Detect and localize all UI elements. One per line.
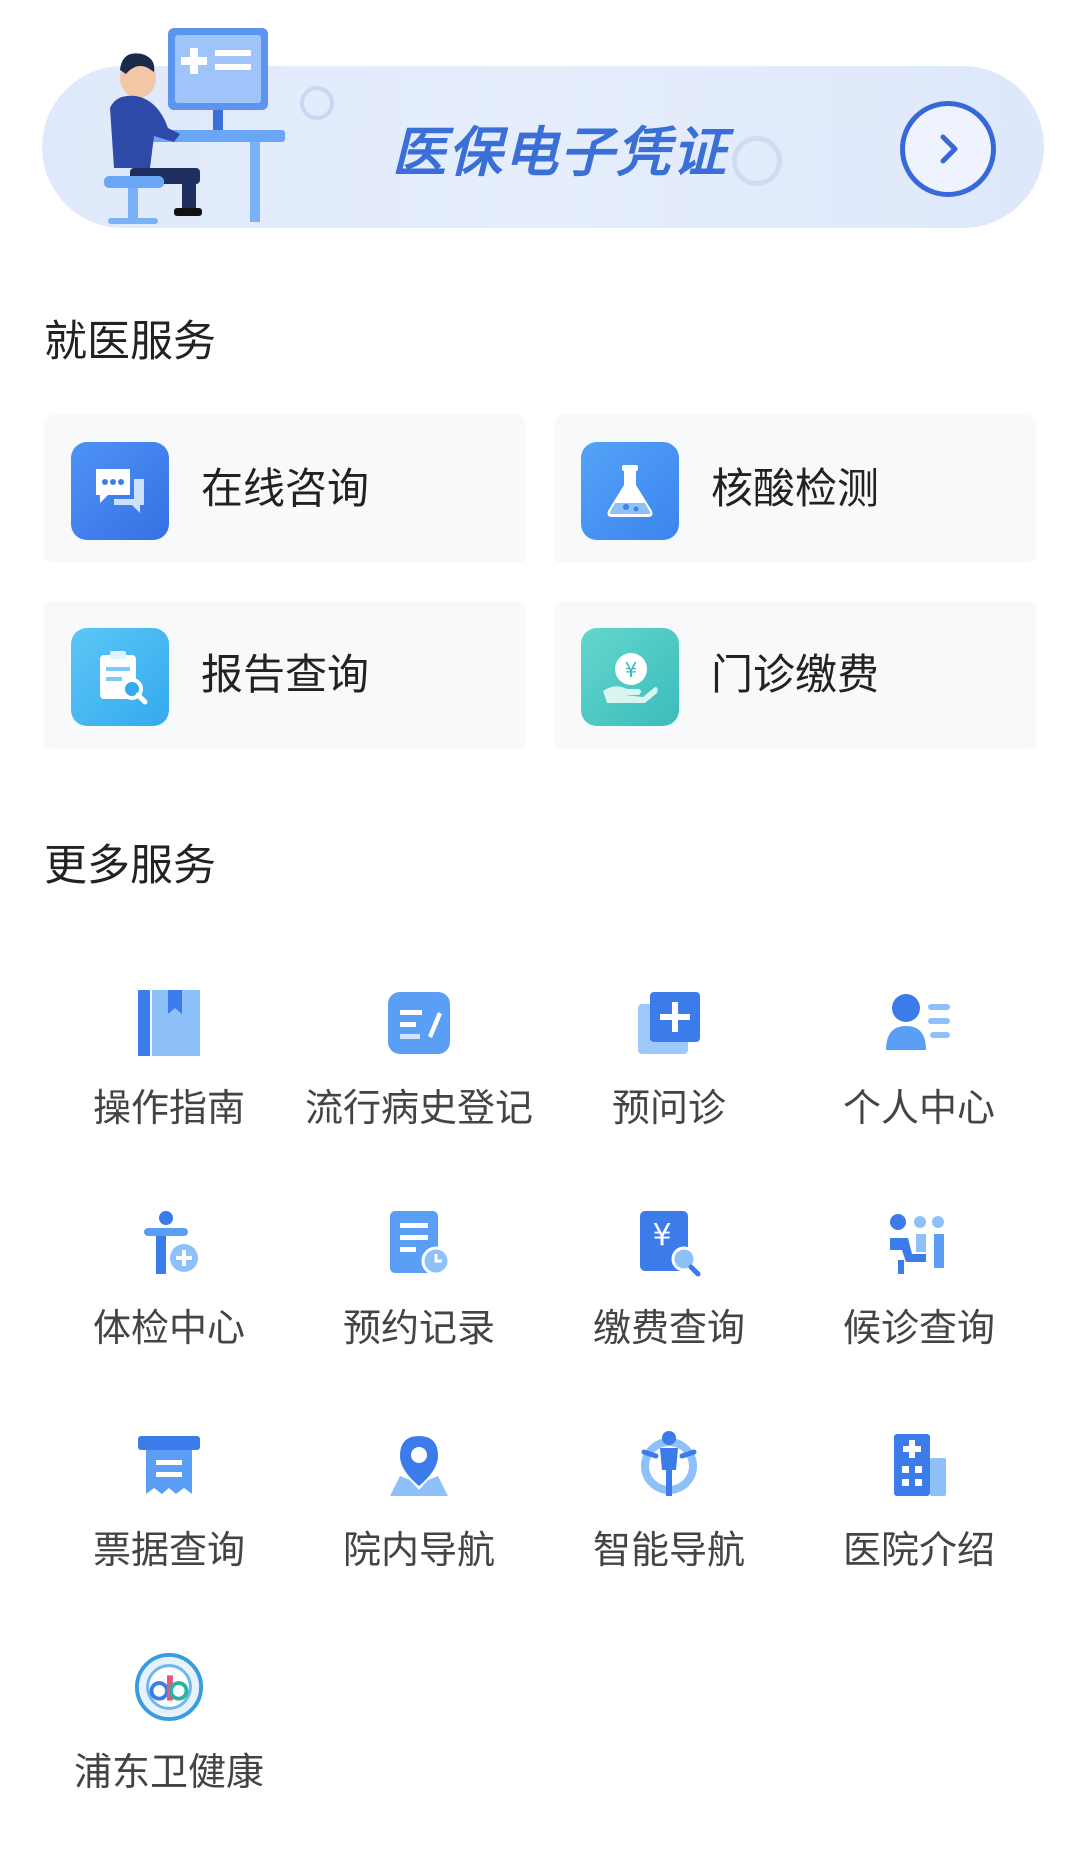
grid-item-operation-guide[interactable]: 操作指南 <box>44 988 294 1168</box>
grid-label: 智能导航 <box>592 1528 745 1572</box>
chat-icon <box>71 442 169 540</box>
grid-label: 流行病史登记 <box>304 1086 533 1130</box>
card-outpatient-payment[interactable]: ¥ 门诊缴费 <box>554 601 1036 749</box>
user-profile-icon <box>884 988 954 1058</box>
grid-label: 体检中心 <box>92 1306 245 1350</box>
grid-item-receipt-query[interactable]: 票据查询 <box>44 1430 294 1610</box>
card-label: 门诊缴费 <box>711 650 880 699</box>
card-online-consult[interactable]: 在线咨询 <box>44 415 526 563</box>
card-label: 核酸检测 <box>711 464 880 513</box>
grid-item-hospital-introduction[interactable]: 医院介绍 <box>794 1430 1044 1610</box>
grid-label: 缴费查询 <box>592 1306 745 1350</box>
grid-item-indoor-navigation[interactable]: 院内导航 <box>294 1430 544 1610</box>
grid-item-pudong-health[interactable]: 浦东卫健康 <box>44 1652 294 1832</box>
smart-navigation-icon <box>634 1430 704 1500</box>
flask-icon <box>581 442 679 540</box>
grid-item-epidemic-history[interactable]: 流行病史登记 <box>294 988 544 1168</box>
grid-item-checkup-center[interactable]: 体检中心 <box>44 1208 294 1388</box>
receipt-icon <box>134 1430 204 1500</box>
banner-decoration <box>732 136 782 186</box>
grid-label: 医院介绍 <box>842 1528 995 1572</box>
grid-item-smart-navigation[interactable]: 智能导航 <box>544 1430 794 1610</box>
map-pin-icon <box>384 1430 454 1500</box>
hospital-building-icon <box>884 1430 954 1500</box>
grid-label: 候诊查询 <box>842 1306 995 1350</box>
grid-item-waiting-query[interactable]: 候诊查询 <box>794 1208 1044 1388</box>
banner-arrow-button[interactable] <box>900 101 996 197</box>
banner-title: 医保电子凭证 <box>392 121 728 184</box>
payment-icon: ¥ <box>581 628 679 726</box>
pre-consult-icon <box>634 988 704 1058</box>
grid-label: 预约记录 <box>342 1306 495 1350</box>
payment-search-icon: ¥ <box>634 1208 704 1278</box>
grid-item-pre-consultation[interactable]: 预问诊 <box>544 988 794 1168</box>
grid-item-appointment-record[interactable]: 预约记录 <box>294 1208 544 1388</box>
section-title-medical-services: 就医服务 <box>44 317 216 367</box>
card-report-query[interactable]: 报告查询 <box>44 601 526 749</box>
grid-label: 个人中心 <box>842 1086 995 1130</box>
grid-label: 院内导航 <box>342 1528 495 1572</box>
card-nucleic-acid-test[interactable]: 核酸检测 <box>554 415 1036 563</box>
grid-item-personal-center[interactable]: 个人中心 <box>794 988 1044 1168</box>
card-label: 报告查询 <box>201 650 370 699</box>
section-title-more-services: 更多服务 <box>44 841 216 891</box>
register-form-icon <box>384 988 454 1058</box>
chevron-right-icon <box>940 134 958 164</box>
appointment-record-icon <box>384 1208 454 1278</box>
grid-label: 操作指南 <box>92 1086 245 1130</box>
pudong-health-logo-icon <box>134 1652 204 1722</box>
checkup-icon <box>134 1208 204 1278</box>
svg-text:¥: ¥ <box>652 1218 671 1253</box>
grid-item-payment-query[interactable]: ¥ 缴费查询 <box>544 1208 794 1388</box>
guide-book-icon <box>134 988 204 1058</box>
grid-label: 票据查询 <box>92 1528 245 1572</box>
report-search-icon <box>71 628 169 726</box>
card-label: 在线咨询 <box>201 464 370 513</box>
svg-text:¥: ¥ <box>625 658 638 682</box>
waiting-query-icon <box>884 1208 954 1278</box>
grid-label: 浦东卫健康 <box>73 1750 264 1794</box>
doctor-at-computer-illustration <box>104 28 285 224</box>
banner-decoration <box>300 86 334 120</box>
grid-label: 预问诊 <box>611 1086 726 1130</box>
